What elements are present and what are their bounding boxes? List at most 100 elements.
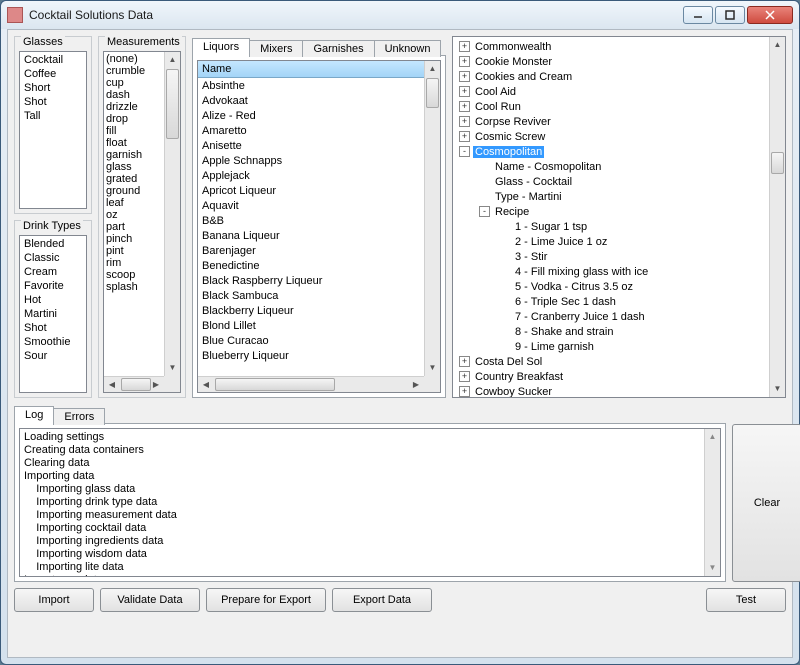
- tree-node[interactable]: 2 - Lime Juice 1 oz: [453, 234, 769, 249]
- tree-node-label[interactable]: Costa Del Sol: [473, 356, 544, 368]
- scrollbar-vertical[interactable]: ▲ ▼: [164, 52, 180, 376]
- maximize-button[interactable]: [715, 6, 745, 24]
- clear-button[interactable]: Clear: [732, 424, 800, 582]
- list-item[interactable]: Classic: [22, 251, 84, 265]
- liquors-listview[interactable]: Name AbsintheAdvokaatAlize - RedAmaretto…: [197, 60, 441, 393]
- list-item[interactable]: pint: [106, 245, 162, 257]
- list-item[interactable]: Cocktail: [22, 53, 84, 67]
- tree-node[interactable]: +Corpse Reviver: [453, 114, 769, 129]
- tree-node-label[interactable]: Cosmic Screw: [473, 131, 547, 143]
- tree-node-label[interactable]: 3 - Stir: [513, 251, 549, 263]
- tab-garnishes[interactable]: Garnishes: [302, 40, 374, 57]
- tree-node-label[interactable]: 2 - Lime Juice 1 oz: [513, 236, 609, 248]
- list-item[interactable]: crumble: [106, 65, 162, 77]
- list-item[interactable]: Blue Curacao: [198, 334, 424, 349]
- list-item[interactable]: Smoothie: [22, 335, 84, 349]
- list-item[interactable]: Tall: [22, 109, 84, 123]
- list-item[interactable]: Anisette: [198, 139, 424, 154]
- list-item[interactable]: Hot: [22, 293, 84, 307]
- list-item[interactable]: rim: [106, 257, 162, 269]
- list-item[interactable]: fill: [106, 125, 162, 137]
- list-item[interactable]: Coffee: [22, 67, 84, 81]
- list-item[interactable]: float: [106, 137, 162, 149]
- list-item[interactable]: drizzle: [106, 101, 162, 113]
- tree-node-label[interactable]: Country Breakfast: [473, 371, 565, 383]
- tree-node[interactable]: -Recipe: [453, 204, 769, 219]
- list-item[interactable]: Cream: [22, 265, 84, 279]
- expand-icon[interactable]: +: [459, 356, 470, 367]
- tree-node[interactable]: 7 - Cranberry Juice 1 dash: [453, 309, 769, 324]
- tree-node-label[interactable]: Glass - Cocktail: [493, 176, 574, 188]
- tree-node-label[interactable]: 8 - Shake and strain: [513, 326, 615, 338]
- list-item[interactable]: oz: [106, 209, 162, 221]
- list-item[interactable]: Shot: [22, 95, 84, 109]
- list-item[interactable]: Blackberry Liqueur: [198, 304, 424, 319]
- list-item[interactable]: Favorite: [22, 279, 84, 293]
- list-item[interactable]: leaf: [106, 197, 162, 209]
- collapse-icon[interactable]: -: [459, 146, 470, 157]
- export-button[interactable]: Export Data: [332, 588, 432, 612]
- collapse-icon[interactable]: -: [479, 206, 490, 217]
- list-item[interactable]: ground: [106, 185, 162, 197]
- tree-node-label[interactable]: Name - Cosmopolitan: [493, 161, 603, 173]
- list-item[interactable]: grated: [106, 173, 162, 185]
- cocktail-treeview[interactable]: +Commonwealth+Cookie Monster+Cookies and…: [452, 36, 786, 398]
- scrollbar-horizontal[interactable]: ◀ ▶: [104, 376, 164, 392]
- import-button[interactable]: Import: [14, 588, 94, 612]
- tree-node[interactable]: 1 - Sugar 1 tsp: [453, 219, 769, 234]
- list-item[interactable]: garnish: [106, 149, 162, 161]
- list-item[interactable]: part: [106, 221, 162, 233]
- list-item[interactable]: Blueberry Liqueur: [198, 349, 424, 364]
- glasses-list[interactable]: CocktailCoffeeShortShotTall: [19, 51, 87, 209]
- list-item[interactable]: Advokaat: [198, 94, 424, 109]
- expand-icon[interactable]: +: [459, 116, 470, 127]
- tree-node[interactable]: +Cookies and Cream: [453, 69, 769, 84]
- list-item[interactable]: Barenjager: [198, 244, 424, 259]
- tree-node[interactable]: +Cosmic Screw: [453, 129, 769, 144]
- list-item[interactable]: cup: [106, 77, 162, 89]
- tree-node-label[interactable]: Cosmopolitan: [473, 146, 544, 158]
- list-item[interactable]: Black Raspberry Liqueur: [198, 274, 424, 289]
- tree-node[interactable]: +Cowboy Sucker: [453, 384, 769, 398]
- list-item[interactable]: B&B: [198, 214, 424, 229]
- tree-node[interactable]: -Cosmopolitan: [453, 144, 769, 159]
- tree-node[interactable]: 3 - Stir: [453, 249, 769, 264]
- list-item[interactable]: Apricot Liqueur: [198, 184, 424, 199]
- list-item[interactable]: (none): [106, 53, 162, 65]
- tree-node[interactable]: 4 - Fill mixing glass with ice: [453, 264, 769, 279]
- tree-node[interactable]: 8 - Shake and strain: [453, 324, 769, 339]
- drinktypes-list[interactable]: BlendedClassicCreamFavoriteHotMartiniSho…: [19, 235, 87, 393]
- log-textbox[interactable]: Loading settingsCreating data containers…: [19, 428, 721, 577]
- list-item[interactable]: scoop: [106, 269, 162, 281]
- list-item[interactable]: Aquavit: [198, 199, 424, 214]
- minimize-button[interactable]: [683, 6, 713, 24]
- tree-node-label[interactable]: 6 - Triple Sec 1 dash: [513, 296, 618, 308]
- list-item[interactable]: Amaretto: [198, 124, 424, 139]
- tab-unknown[interactable]: Unknown: [374, 40, 442, 57]
- scrollbar-vertical[interactable]: ▲ ▼: [769, 37, 785, 397]
- close-button[interactable]: [747, 6, 793, 24]
- tree-node-label[interactable]: Cool Aid: [473, 86, 518, 98]
- list-item[interactable]: Shot: [22, 321, 84, 335]
- expand-icon[interactable]: +: [459, 131, 470, 142]
- list-item[interactable]: Blond Lillet: [198, 319, 424, 334]
- expand-icon[interactable]: +: [459, 41, 470, 52]
- list-item[interactable]: Absinthe: [198, 79, 424, 94]
- tree-node-label[interactable]: Corpse Reviver: [473, 116, 553, 128]
- tree-node[interactable]: +Commonwealth: [453, 39, 769, 54]
- list-item[interactable]: Apple Schnapps: [198, 154, 424, 169]
- list-item[interactable]: Sour: [22, 349, 84, 363]
- expand-icon[interactable]: +: [459, 101, 470, 112]
- list-item[interactable]: Alize - Red: [198, 109, 424, 124]
- list-item[interactable]: splash: [106, 281, 162, 293]
- tree-node[interactable]: 5 - Vodka - Citrus 3.5 oz: [453, 279, 769, 294]
- tree-node[interactable]: +Country Breakfast: [453, 369, 769, 384]
- tree-node[interactable]: Type - Martini: [453, 189, 769, 204]
- list-item[interactable]: Blended: [22, 237, 84, 251]
- tree-node-label[interactable]: Recipe: [493, 206, 531, 218]
- test-button[interactable]: Test: [706, 588, 786, 612]
- scrollbar-horizontal[interactable]: ◀ ▶: [198, 376, 424, 392]
- scrollbar-vertical[interactable]: ▲ ▼: [704, 429, 720, 576]
- tree-node-label[interactable]: 5 - Vodka - Citrus 3.5 oz: [513, 281, 635, 293]
- tree-node-label[interactable]: Commonwealth: [473, 41, 553, 53]
